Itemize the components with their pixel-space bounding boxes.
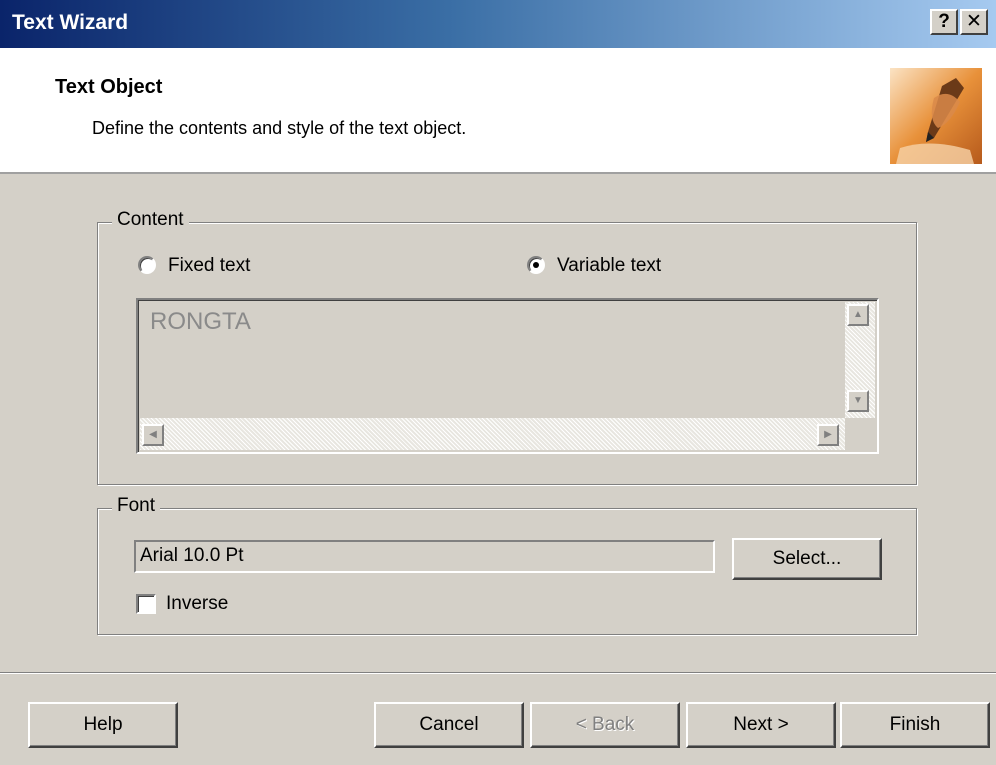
font-value: Arial 10.0 Pt: [140, 545, 244, 566]
arrow-up-icon: ▲: [853, 309, 863, 320]
scroll-down-button[interactable]: ▼: [847, 390, 869, 412]
text-content-value: RONGTA: [150, 308, 251, 335]
arrow-right-icon: ▶: [824, 429, 832, 440]
fixed-text-label[interactable]: Fixed text: [168, 255, 250, 277]
next-button[interactable]: Next >: [686, 702, 836, 748]
inverse-checkbox[interactable]: [136, 594, 156, 614]
variable-text-radio[interactable]: [527, 256, 545, 274]
help-title-button[interactable]: ?: [930, 9, 958, 35]
page-subtitle: Define the contents and style of the tex…: [92, 118, 467, 138]
font-field: Arial 10.0 Pt: [134, 540, 715, 573]
horizontal-scrollbar[interactable]: [140, 418, 845, 450]
footer-separator: [0, 672, 996, 674]
arrow-left-icon: ◀: [149, 429, 157, 440]
scroll-left-button[interactable]: ◀: [142, 424, 164, 446]
close-title-button[interactable]: ✕: [960, 9, 988, 35]
radio-selected-dot: [533, 262, 539, 268]
title-bar: Text Wizard ? ✕: [0, 0, 996, 48]
select-font-button[interactable]: Select...: [732, 538, 882, 580]
scrollbar-corner: [847, 424, 869, 446]
back-button[interactable]: < Back: [530, 702, 680, 748]
scroll-right-button[interactable]: ▶: [817, 424, 839, 446]
scroll-up-button[interactable]: ▲: [847, 304, 869, 326]
fixed-text-radio[interactable]: [138, 256, 156, 274]
page-title: Text Object: [55, 76, 163, 98]
question-icon: ?: [938, 11, 950, 32]
finish-button[interactable]: Finish: [840, 702, 990, 748]
content-legend: Content: [112, 209, 189, 231]
pen-writing-icon: [890, 68, 982, 164]
arrow-down-icon: ▼: [853, 395, 863, 406]
font-legend: Font: [112, 495, 161, 517]
wizard-header: Text Object Define the contents and styl…: [0, 48, 996, 174]
variable-text-label[interactable]: Variable text: [557, 255, 661, 277]
cancel-button[interactable]: Cancel: [374, 702, 524, 748]
help-button[interactable]: Help: [28, 702, 178, 748]
close-icon: ✕: [966, 11, 982, 32]
window-title: Text Wizard: [12, 11, 129, 34]
inverse-label[interactable]: Inverse: [166, 593, 228, 615]
